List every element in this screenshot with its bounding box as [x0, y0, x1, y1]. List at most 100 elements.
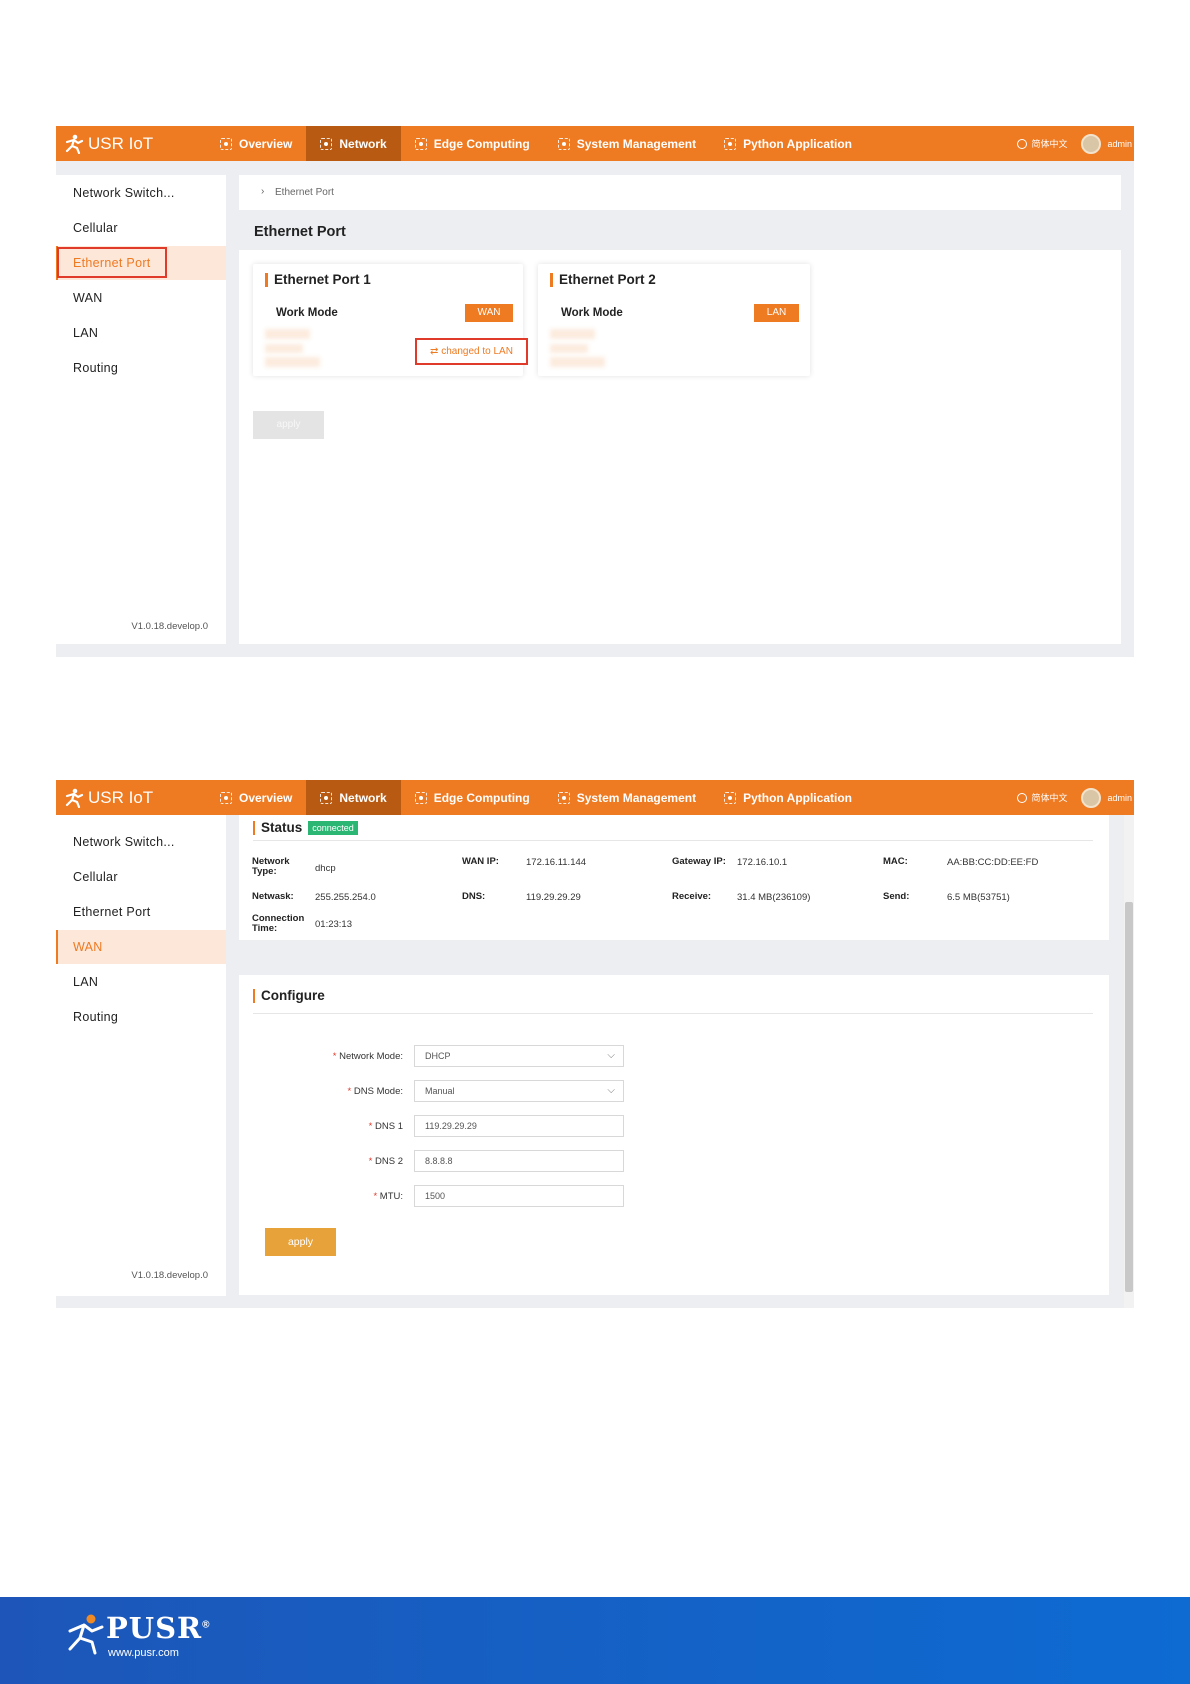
- connection-time-value: 01:23:13: [315, 919, 352, 930]
- sidebar-item-routing[interactable]: Routing: [56, 1000, 226, 1034]
- sidebar-item-cellular[interactable]: Cellular: [56, 211, 226, 245]
- work-mode-badge: LAN: [754, 304, 799, 322]
- configure-panel: Configure * Network Mode: DHCP ⌵ * DNS Mo…: [239, 975, 1109, 1295]
- nav-network[interactable]: Network: [306, 126, 401, 161]
- blurred-info: [265, 329, 310, 339]
- username[interactable]: admin: [1107, 139, 1132, 149]
- apply-button[interactable]: apply: [265, 1228, 336, 1256]
- top-nav-bar: USR IoT Overview Network Edge Computing …: [56, 780, 1134, 815]
- status-panel: Status connected Network Type: dhcp WAN I…: [239, 815, 1109, 940]
- change-to-lan-button[interactable]: ⇄ changed to LAN: [415, 338, 528, 365]
- system-management-icon: [557, 791, 570, 804]
- nav-overview[interactable]: Overview: [206, 126, 306, 161]
- netmask-label: Netwask:: [252, 891, 294, 902]
- required-mark: *: [368, 1156, 373, 1167]
- pusr-logo-icon: [68, 1614, 104, 1655]
- sidebar-item-lan[interactable]: LAN: [56, 316, 226, 350]
- nav-label: Overview: [239, 136, 293, 151]
- work-mode-label: Work Mode: [561, 307, 623, 319]
- dns1-input[interactable]: 119.29.29.29: [414, 1115, 624, 1137]
- brand-name: PUSR®: [106, 1611, 211, 1645]
- ethernet-content-panel: Ethernet Port 1 Work Mode WAN ⇄ changed …: [239, 250, 1121, 644]
- version-label: V1.0.18.develop.0: [131, 621, 208, 632]
- wan-screenshot: USR IoT Overview Network Edge Computing …: [56, 780, 1134, 1308]
- chevron-down-icon: ⌵: [607, 1050, 615, 1061]
- nav-edge-computing[interactable]: Edge Computing: [401, 780, 544, 815]
- nav-system-management[interactable]: System Management: [544, 780, 710, 815]
- mac-value: AA:BB:CC:DD:EE:FD: [947, 857, 1039, 868]
- sidebar-item-wan[interactable]: WAN: [56, 930, 226, 964]
- dns-label: DNS:: [462, 891, 486, 902]
- label-text: Network Mode:: [339, 1051, 403, 1062]
- highlight-box: [57, 247, 167, 278]
- globe-icon[interactable]: [1017, 138, 1028, 149]
- scrollbar-thumb[interactable]: [1125, 902, 1133, 1292]
- brand-url[interactable]: www.pusr.com: [108, 1647, 179, 1659]
- send-value: 6.5 MB(53751): [947, 892, 1010, 903]
- runner-logo-icon: [65, 134, 84, 154]
- gateway-ip-label: Gateway IP:: [672, 856, 726, 867]
- logo-text: USR IoT: [88, 133, 154, 153]
- status-title: Status connected: [253, 821, 358, 835]
- top-nav-bar: USR IoT Overview Network Edge Computing …: [56, 126, 1134, 161]
- nav-label: Network: [339, 136, 387, 151]
- sidebar: Network Switch... Cellular Ethernet Port…: [56, 175, 226, 644]
- nav-edge-computing[interactable]: Edge Computing: [401, 126, 544, 161]
- language-switch[interactable]: 简体中文: [1031, 791, 1067, 804]
- python-application-icon: [724, 137, 737, 150]
- avatar[interactable]: [1081, 787, 1102, 808]
- username[interactable]: admin: [1107, 793, 1132, 803]
- required-mark: *: [373, 1191, 378, 1202]
- required-mark: *: [368, 1121, 373, 1132]
- pusr-brand: PUSR® www.pusr.com: [64, 1611, 209, 1660]
- divider: [253, 840, 1093, 841]
- runner-logo-icon: [65, 788, 84, 808]
- sidebar-item-network-switch[interactable]: Network Switch...: [56, 825, 226, 859]
- nav-system-management[interactable]: System Management: [544, 126, 710, 161]
- card-title: Ethernet Port 2: [550, 273, 656, 287]
- dns-mode-select[interactable]: Manual ⌵: [414, 1080, 624, 1102]
- language-switch[interactable]: 简体中文: [1031, 137, 1067, 150]
- dns1-label: * DNS 1: [313, 1121, 403, 1132]
- nav-overview[interactable]: Overview: [206, 780, 306, 815]
- sidebar-item-network-switch[interactable]: Network Switch...: [56, 176, 226, 210]
- sidebar-item-ethernet-port[interactable]: Ethernet Port: [56, 895, 226, 929]
- configure-title: Configure: [253, 989, 325, 1003]
- dns2-input[interactable]: 8.8.8.8: [414, 1150, 624, 1172]
- sidebar-item-routing[interactable]: Routing: [56, 351, 226, 385]
- globe-icon[interactable]: [1017, 792, 1028, 803]
- mtu-input[interactable]: 1500: [414, 1185, 624, 1207]
- overview-icon: [220, 791, 232, 804]
- dns-value: 119.29.29.29: [526, 892, 581, 903]
- mac-label: MAC:: [883, 856, 908, 867]
- status-title-text: Status: [261, 820, 303, 835]
- brand-text: PUSR: [106, 1611, 203, 1645]
- ethernet-port-1-card: Ethernet Port 1 Work Mode WAN ⇄ changed …: [253, 264, 528, 376]
- network-mode-select[interactable]: DHCP ⌵: [414, 1045, 624, 1067]
- sidebar-item-cellular[interactable]: Cellular: [56, 860, 226, 894]
- label-text: MTU:: [379, 1191, 403, 1202]
- sidebar-item-lan[interactable]: LAN: [56, 965, 226, 999]
- edge-computing-icon: [414, 791, 427, 804]
- breadcrumb[interactable]: Ethernet Port: [275, 187, 334, 198]
- avatar[interactable]: [1081, 133, 1102, 154]
- work-mode-badge: WAN: [465, 304, 513, 322]
- scrollbar[interactable]: [1124, 815, 1134, 1308]
- usr-iot-logo[interactable]: USR IoT: [64, 780, 153, 815]
- version-label: V1.0.18.develop.0: [131, 1270, 208, 1281]
- divider: [253, 1013, 1093, 1014]
- nav-python-application[interactable]: Python Application: [710, 126, 866, 161]
- nav-python-application[interactable]: Python Application: [710, 780, 866, 815]
- sidebar-item-wan[interactable]: WAN: [56, 281, 226, 315]
- label-text: DNS Mode:: [353, 1086, 403, 1097]
- send-label: Send:: [883, 891, 910, 902]
- required-mark: *: [332, 1051, 337, 1062]
- connection-time-label: Connection Time:: [252, 913, 305, 934]
- usr-iot-logo[interactable]: USR IoT: [64, 126, 153, 161]
- main-nav: Overview Network Edge Computing System M…: [206, 780, 866, 815]
- work-mode-label: Work Mode: [276, 307, 338, 319]
- select-value: DHCP: [425, 1051, 451, 1061]
- mtu-label: * MTU:: [313, 1191, 403, 1202]
- nav-network[interactable]: Network: [306, 780, 401, 815]
- apply-button[interactable]: apply: [253, 411, 324, 439]
